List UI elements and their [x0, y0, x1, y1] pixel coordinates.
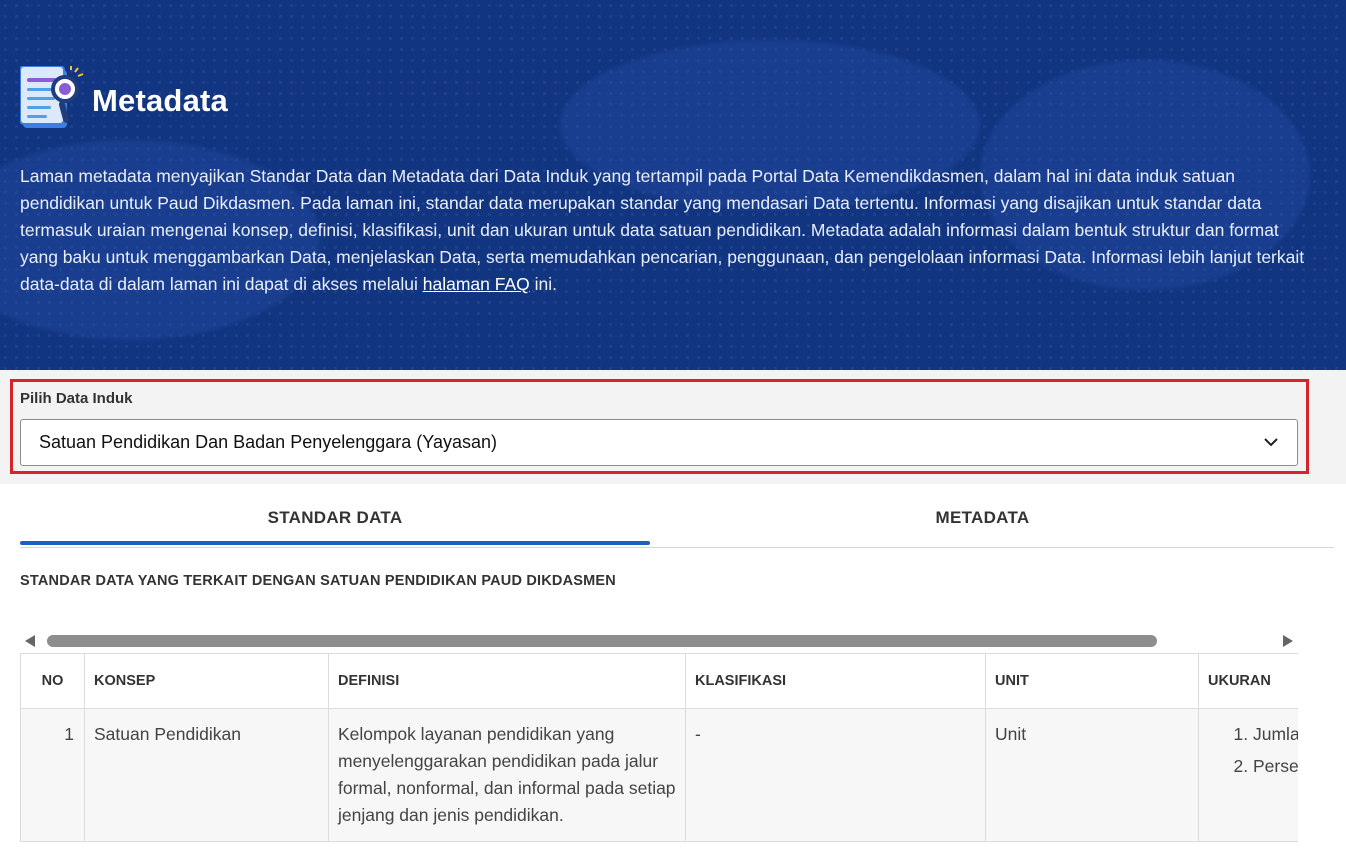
standar-data-table-wrapper: NO KONSEP DEFINISI KLASIFIKASI UNIT UKUR… — [20, 653, 1298, 863]
active-tab-indicator — [20, 541, 650, 545]
cell-no: 1 — [20, 708, 85, 842]
scrollbar-thumb[interactable] — [47, 635, 1157, 647]
scroll-right-icon[interactable] — [1283, 635, 1293, 647]
description-end: ini. — [534, 274, 557, 294]
document-search-icon — [19, 65, 84, 136]
faq-link[interactable]: halaman FAQ — [423, 274, 530, 294]
ukuran-item: Perse — [1253, 753, 1298, 780]
section-title: STANDAR DATA YANG TERKAIT DENGAN SATUAN … — [20, 573, 616, 589]
table-header-row: NO KONSEP DEFINISI KLASIFIKASI UNIT UKUR… — [20, 653, 1298, 709]
cell-unit: Unit — [985, 708, 1199, 842]
data-induk-select[interactable]: Satuan Pendidikan Dan Badan Penyelenggar… — [20, 419, 1298, 466]
description-text: Laman metadata menyajikan Standar Data d… — [20, 166, 1305, 294]
column-header-konsep: KONSEP — [84, 653, 329, 709]
scroll-left-icon[interactable] — [25, 635, 35, 647]
selected-value: Satuan Pendidikan Dan Badan Penyelenggar… — [39, 432, 497, 452]
table-row: 1 Satuan Pendidikan Kelompok layanan pen… — [20, 708, 1298, 842]
horizontal-scrollbar[interactable] — [20, 632, 1298, 650]
title-row: Metadata — [19, 65, 228, 136]
cell-konsep: Satuan Pendidikan — [84, 708, 329, 842]
column-header-klasifikasi: KLASIFIKASI — [685, 653, 986, 709]
standar-data-table: NO KONSEP DEFINISI KLASIFIKASI UNIT UKUR… — [20, 653, 1298, 842]
hero-banner: Metadata Laman metadata menyajikan Stand… — [0, 0, 1346, 370]
page-title: Metadata — [92, 83, 228, 118]
ukuran-item: Jumla — [1253, 721, 1298, 748]
chevron-down-icon — [1263, 434, 1279, 450]
tab-standar-data[interactable]: STANDAR DATA — [20, 490, 650, 546]
cell-definisi: Kelompok layanan pendidikan yang menyele… — [328, 708, 686, 842]
page-description: Laman metadata menyajikan Standar Data d… — [20, 163, 1310, 298]
column-header-no: NO — [20, 653, 85, 709]
cell-klasifikasi: - — [685, 708, 986, 842]
column-header-definisi: DEFINISI — [328, 653, 686, 709]
cell-ukuran: Jumla Perse — [1198, 708, 1298, 842]
data-induk-selector-section: Pilih Data Induk Satuan Pendidikan Dan B… — [0, 370, 1346, 484]
column-header-unit: UNIT — [985, 653, 1199, 709]
column-header-ukuran: UKURAN — [1198, 653, 1298, 709]
tab-bar: STANDAR DATA METADATA — [20, 490, 1334, 548]
ukuran-list: Jumla Perse — [1208, 721, 1298, 780]
select-label: Pilih Data Induk — [20, 390, 133, 407]
tab-metadata[interactable]: METADATA — [670, 490, 1295, 546]
